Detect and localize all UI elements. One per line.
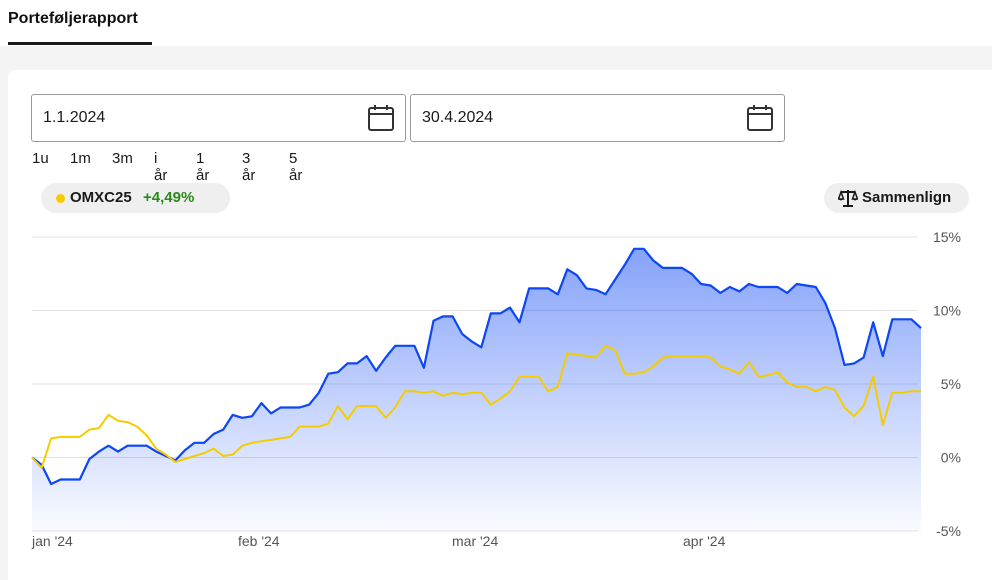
range-1y[interactable]: 1 år <box>196 150 209 184</box>
x-tick-label: jan '24 <box>31 533 73 549</box>
y-tick-label: 0% <box>941 450 961 466</box>
range-ytd[interactable]: i år <box>154 150 168 189</box>
range-3y[interactable]: 3 år <box>242 150 255 184</box>
scale-icon <box>838 189 858 207</box>
y-tick-label: 10% <box>933 303 961 319</box>
to-date-field[interactable]: 30.4.2024 <box>410 94 785 142</box>
legend-dot <box>56 194 65 203</box>
legend-index-name: OMXC25 <box>70 189 132 206</box>
legend-index-change: +4,49% <box>143 189 195 206</box>
range-5y[interactable]: 5 år <box>289 150 302 184</box>
tab-portfolio-report[interactable]: Porteføljerapport <box>8 10 138 28</box>
compare-label: Sammenlign <box>862 189 952 206</box>
legend-index-chip[interactable]: OMXC25 +4,49% <box>41 183 230 213</box>
x-tick-label: apr '24 <box>683 533 726 549</box>
range-3m[interactable]: 3m <box>112 150 133 167</box>
y-tick-label: 15% <box>933 229 961 245</box>
top-tab-bar: Porteføljerapport <box>0 0 992 46</box>
range-1m[interactable]: 1m <box>70 150 91 167</box>
from-date-value: 1.1.2024 <box>43 109 106 126</box>
to-date-value: 30.4.2024 <box>422 109 494 126</box>
performance-chart: 15% 10% 5% 0% -5% jan '24 feb '24 mar '24 apr '2… <box>31 229 961 549</box>
y-tick-label: 5% <box>941 376 961 392</box>
x-tick-label: feb '24 <box>238 533 280 549</box>
calendar-icon[interactable] <box>746 104 774 132</box>
from-date-field[interactable]: 1.1.2024 <box>31 94 406 142</box>
y-tick-label: -5% <box>936 523 961 539</box>
compare-button[interactable]: Sammenlign <box>824 183 969 213</box>
active-tab-indicator <box>8 42 152 45</box>
range-1u[interactable]: 1u <box>32 150 49 167</box>
x-tick-label: mar '24 <box>452 533 498 549</box>
calendar-icon[interactable] <box>367 104 395 132</box>
